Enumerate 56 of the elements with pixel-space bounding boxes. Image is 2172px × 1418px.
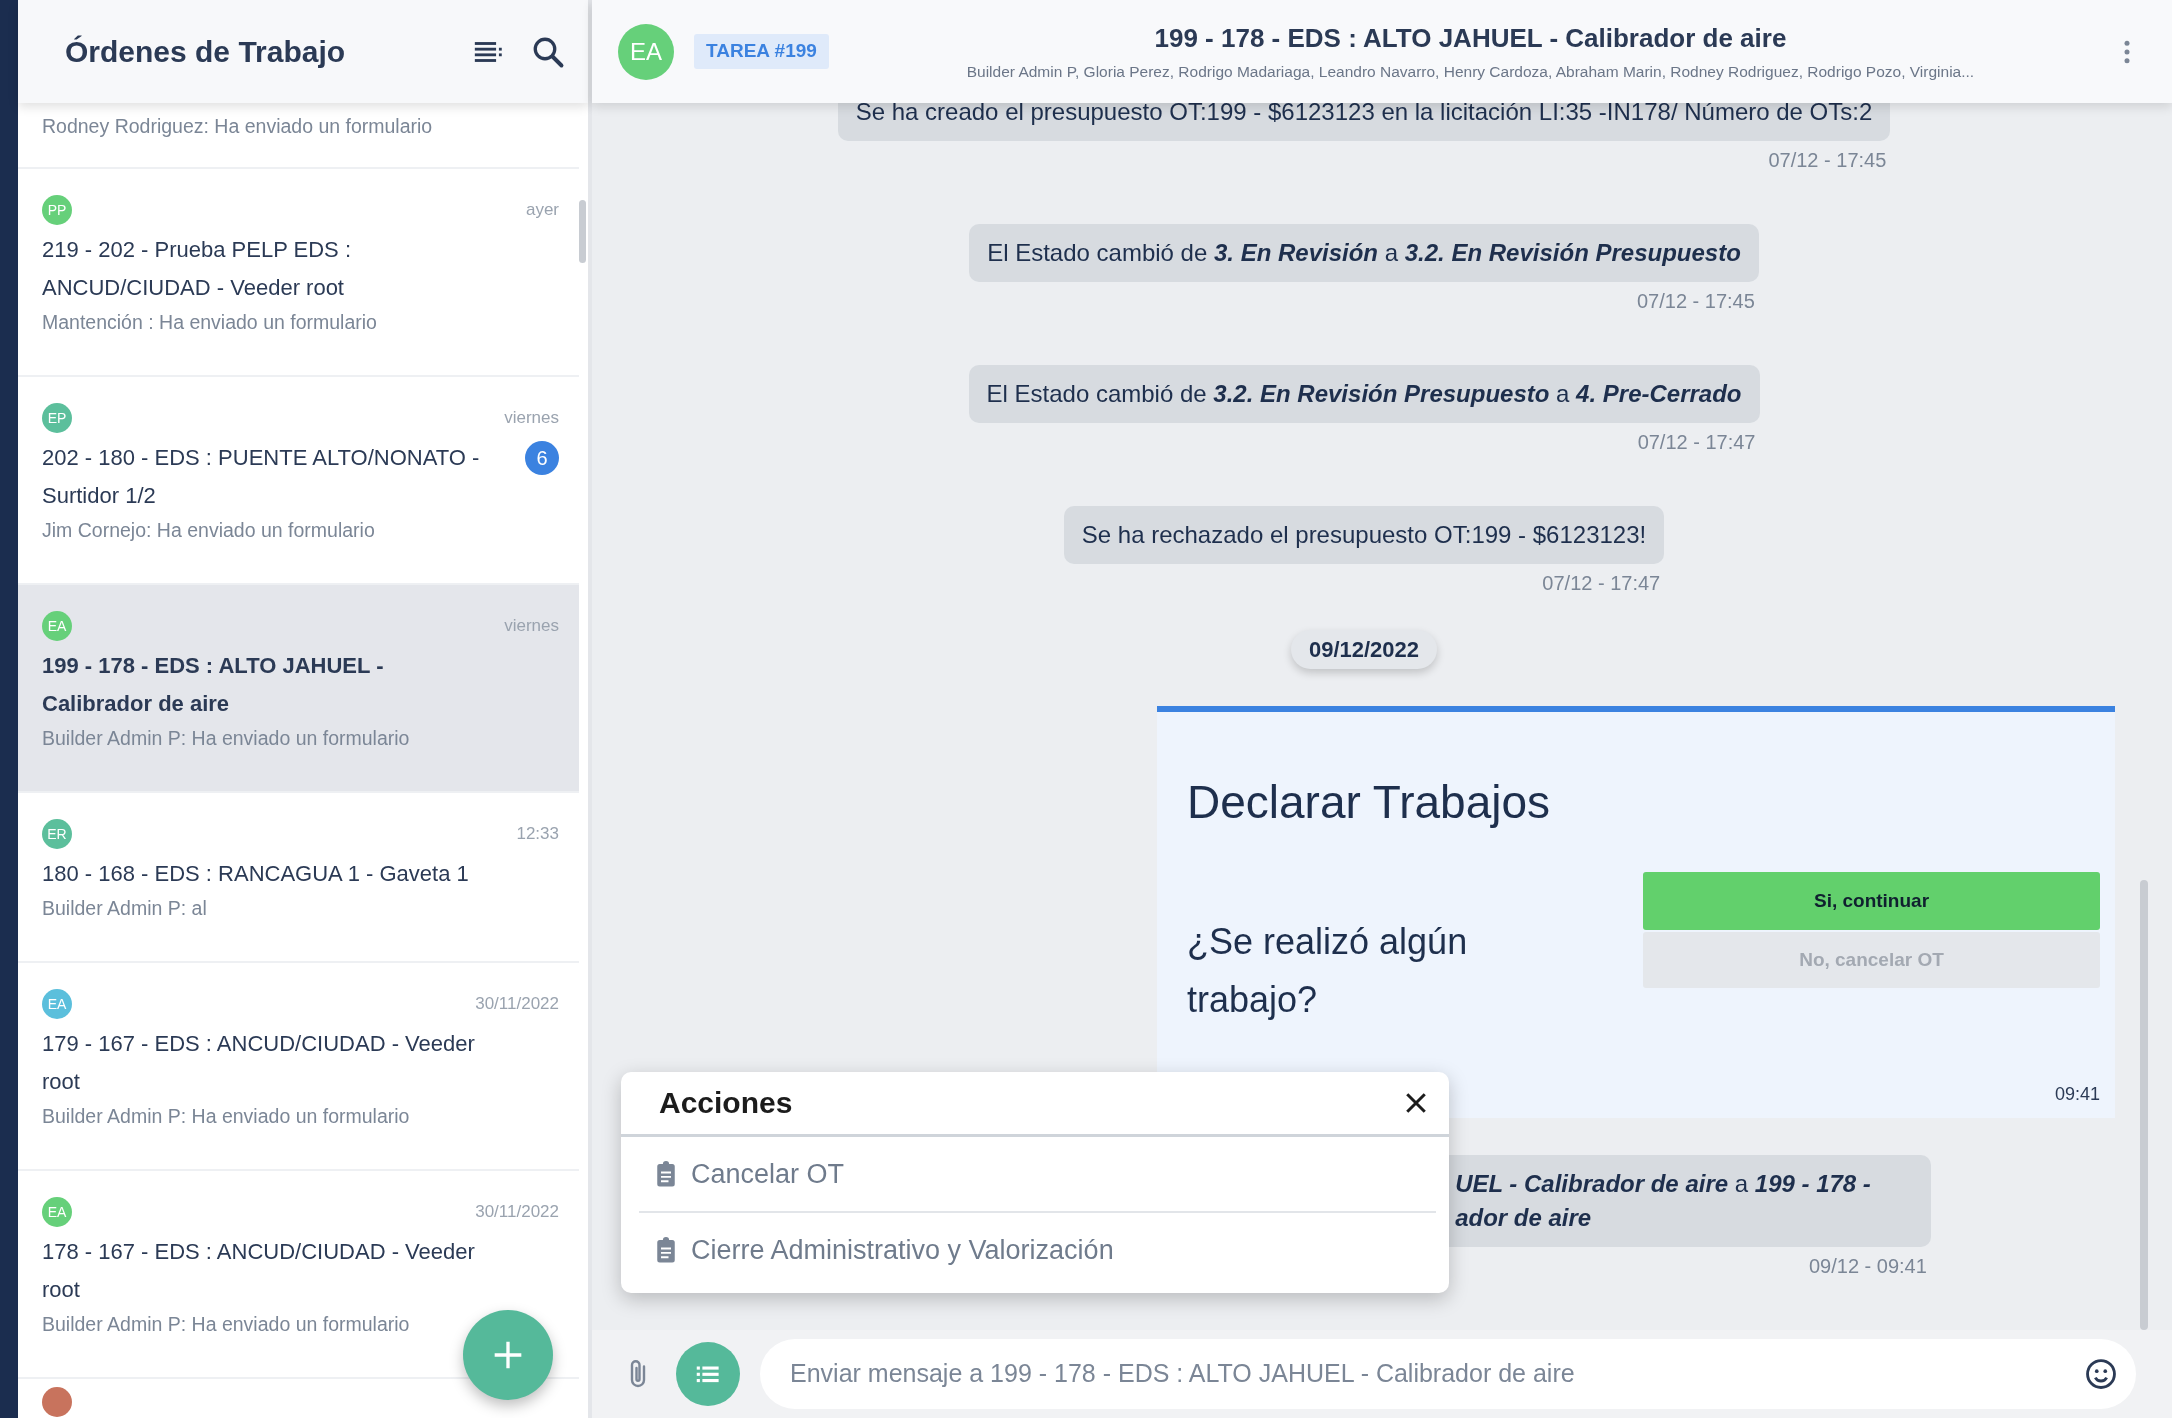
item-time: 12:33 [516, 823, 559, 846]
avatar: EA [618, 23, 674, 80]
message-input[interactable]: Enviar mensaje a 199 - 178 - EDS : ALTO JAHUEL - Calibrador de aire [788, 1354, 2084, 1394]
unread-badge: 6 [525, 441, 559, 475]
avatar: ER [42, 819, 72, 849]
scrollbar-thumb[interactable] [2140, 880, 2148, 1330]
message-field[interactable]: Enviar mensaje a 199 - 178 - EDS : ALTO JAHUEL - Calibrador de aire [760, 1339, 2136, 1409]
item-time: 30/11/2022 [475, 993, 559, 1016]
system-message: El Estado cambió de 3. En Revisión a 3.2. En Revisión Presupuesto [969, 224, 1759, 282]
order-title: 178 - 167 - EDS : ANCUD/CIUDAD - Veeder root [42, 1238, 476, 1304]
last-message: Builder Admin P: al [42, 896, 208, 921]
order-item[interactable]: ER 12:33 180 - 168 - EDS : RANCAGUA 1 - Gaveta 1 Builder Admin P: al [18, 793, 579, 963]
message-time: 09/12 - 09:41 [1809, 1254, 1927, 1279]
avatar: EA [42, 1197, 72, 1227]
item-time: viernes [504, 407, 559, 430]
order-item[interactable]: Rodney Rodriguez: Ha enviado un formulario [18, 103, 579, 169]
item-time: viernes [504, 615, 559, 638]
message-time: 07/12 - 17:47 [1637, 430, 1756, 455]
order-title: 202 - 180 - EDS : PUENTE ALTO/NONATO - Surtidor 1/2 [42, 444, 481, 510]
order-item[interactable]: EA viernes 199 - 178 - EDS : ALTO JAHUEL - Calibrador de aire Builder Admin P: Ha enviado un formulario [18, 585, 579, 793]
order-title: 199 - 178 - EDS : ALTO JAHUEL - Calibrador de aire [42, 652, 385, 718]
message-time: 07/12 - 17:45 [1768, 148, 1887, 173]
emoji-icon[interactable] [2084, 1357, 2118, 1391]
message-time: 09:41 [2054, 1083, 2100, 1106]
order-title: 219 - 202 - Prueba PELP EDS : ANCUD/CIUDAD - Veeder root [42, 236, 352, 302]
item-time: ayer [525, 199, 559, 222]
last-message: Builder Admin P: Ha enviado un formulario [42, 1312, 411, 1337]
avatar: EA [42, 611, 72, 641]
chat-title: 199 - 178 - EDS : ALTO JAHUEL - Calibrador de aire [1153, 22, 1788, 56]
date-chip: 09/12/2022 [1290, 630, 1438, 669]
last-message: Mantención : Ha enviado un formulario [42, 310, 378, 335]
avatar: EP [42, 403, 72, 433]
add-button[interactable] [463, 1310, 553, 1400]
message-time: 07/12 - 17:47 [1542, 571, 1661, 596]
avatar: EA [42, 989, 72, 1019]
order-title: 179 - 167 - EDS : ANCUD/CIUDAD - Veeder root [42, 1030, 476, 1096]
popup-title: Acciones [659, 1085, 793, 1121]
continue-button[interactable]: Si, continuar [1643, 872, 2100, 930]
message-time: 07/12 - 17:45 [1636, 289, 1755, 314]
system-message: Se ha rechazado el presupuesto OT:199 - $6123123! [1063, 506, 1665, 564]
system-message: El Estado cambió de 3.2. En Revisión Presupuesto a 4. Pre-Cerrado [968, 365, 1760, 423]
form-question: ¿Se realizó algún trabajo? [1187, 920, 1469, 1022]
participants: Builder Admin P, Gloria Perez, Rodrigo Madariaga, Leandro Navarro, Henry Cardoza, Abraham Marin, Rodney Rodriguez, Rodrigo Pozo, Virginia... [965, 62, 1976, 83]
last-message: Jim Cornejo: Ha enviado un formulario [42, 518, 376, 543]
task-tag: TAREA #199 [694, 34, 829, 69]
order-title: 180 - 168 - EDS : RANCAGUA 1 - Gaveta 1 [42, 860, 469, 888]
order-item[interactable]: EA 30/11/2022 179 - 167 - EDS : ANCUD/CIUDAD - Veeder root Builder Admin P: Ha enviado un formulario [18, 963, 579, 1171]
order-item[interactable]: PP ayer 219 - 202 - Prueba PELP EDS : ANCUD/CIUDAD - Veeder root Mantención : Ha enviado un formulario [18, 169, 579, 377]
scrollbar-thumb[interactable] [579, 200, 586, 263]
last-message: Builder Admin P: Ha enviado un formulario [42, 1104, 411, 1129]
last-message: Builder Admin P: Ha enviado un formulario [42, 726, 411, 751]
last-message: Rodney Rodriguez: Ha enviado un formulario [42, 114, 434, 139]
avatar: PP [42, 195, 72, 225]
form-title: Declarar Trabajos [1187, 775, 1552, 830]
item-time: 30/11/2022 [475, 1201, 559, 1224]
sidebar-title: Órdenes de Trabajo [65, 33, 347, 70]
